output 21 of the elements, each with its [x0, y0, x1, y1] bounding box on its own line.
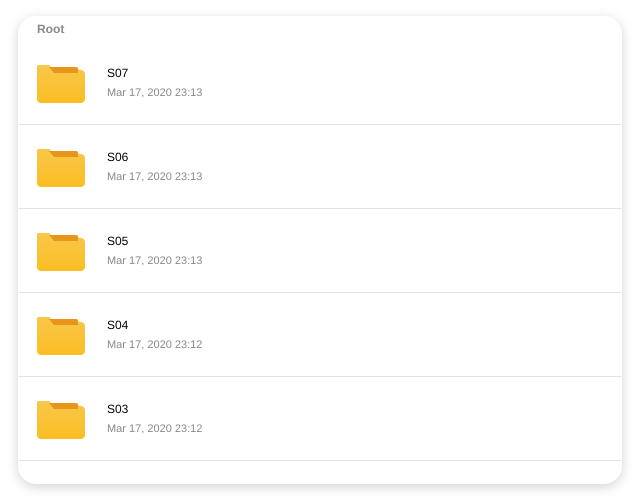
modified-date: Mar 17, 2020 23:12: [107, 339, 202, 351]
modified-date: Mar 17, 2020 23:13: [107, 255, 202, 267]
folder-icon: [37, 148, 85, 186]
folder-icon: [37, 316, 85, 354]
folder-name: S05: [107, 234, 130, 248]
folder-row[interactable]: S05 Mar 17, 2020 23:13: [18, 209, 622, 293]
folder-icon: [37, 400, 85, 438]
folder-name: S04: [107, 318, 130, 332]
modified-date: Mar 17, 2020 23:12: [107, 423, 202, 435]
modified-date: Mar 17, 2020 23:13: [107, 87, 202, 99]
breadcrumb-title: Root: [36, 21, 66, 38]
folder-row[interactable]: S03 Mar 17, 2020 23:12: [18, 377, 622, 461]
modified-date: Mar 17, 2020 23:13: [107, 171, 202, 183]
folder-icon: [37, 64, 85, 102]
folder-name: S03: [107, 402, 130, 416]
folder-row[interactable]: S07 Mar 17, 2020 23:13: [18, 41, 622, 125]
folder-name: S06: [107, 150, 130, 164]
folder-name: S07: [107, 66, 130, 80]
folder-icon: [37, 232, 85, 270]
folder-row[interactable]: S06 Mar 17, 2020 23:13: [18, 125, 622, 209]
folder-row[interactable]: S04 Mar 17, 2020 23:12: [18, 293, 622, 377]
